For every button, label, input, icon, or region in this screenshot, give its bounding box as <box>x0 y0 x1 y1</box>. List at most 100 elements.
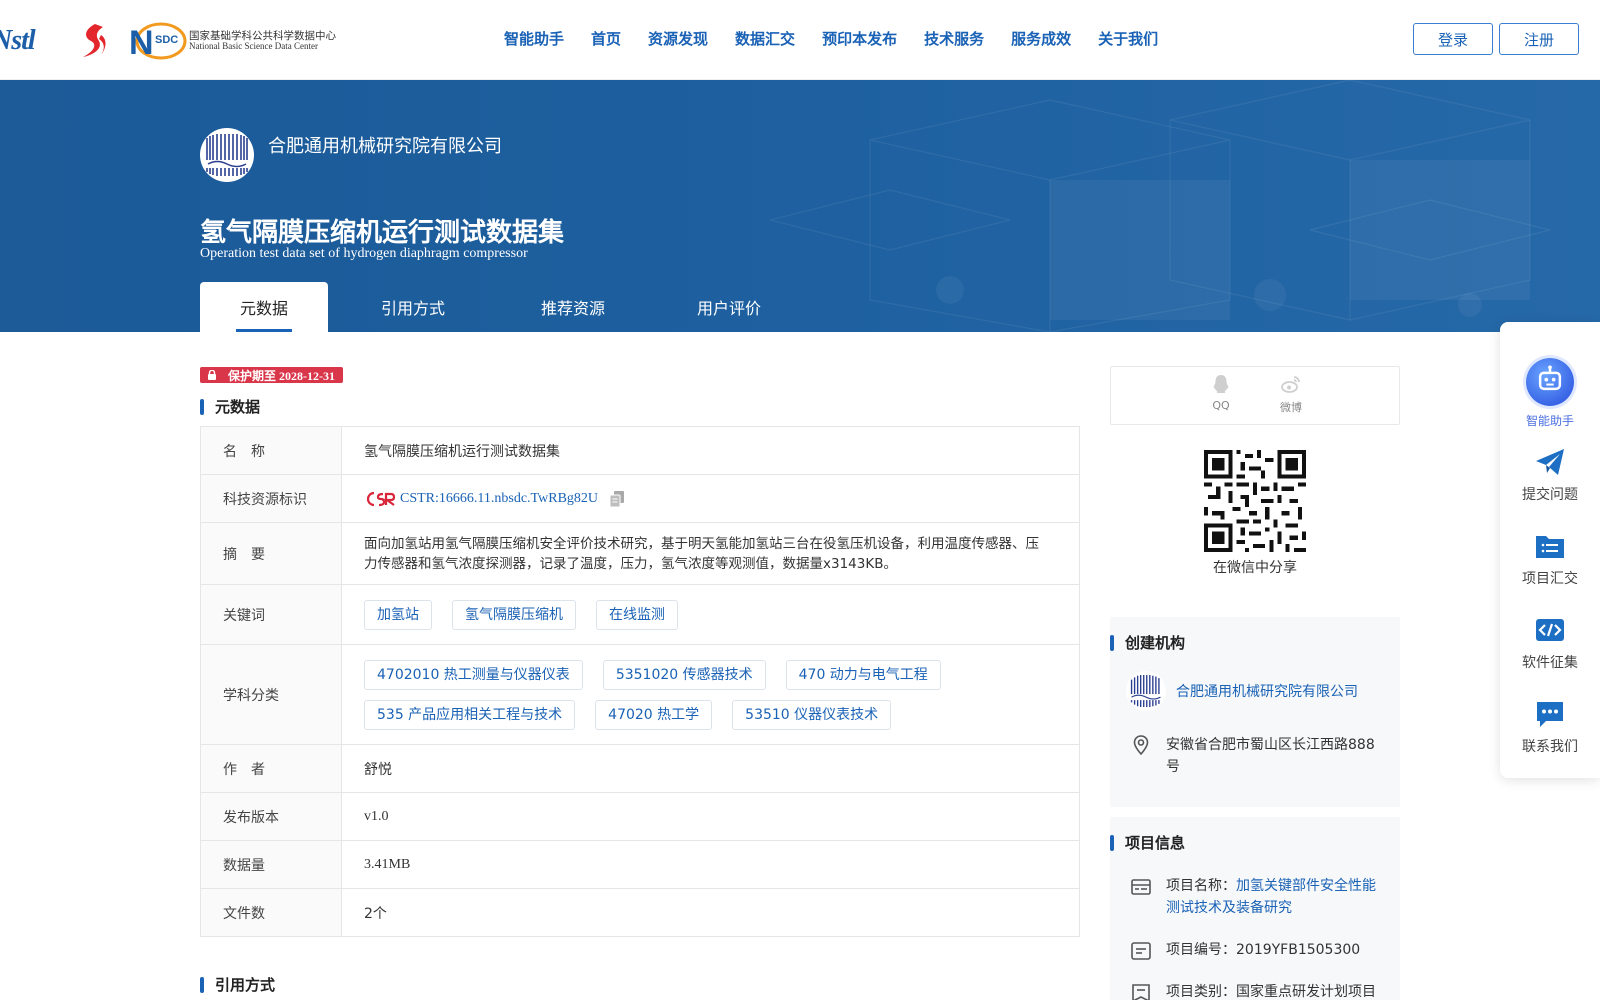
table-row: 学科分类 4702010 热工测量与仪器仪表 5351020 传感器技术 470… <box>200 644 1080 745</box>
keyword-tag[interactable]: 氢气隔膜压缩机 <box>452 599 576 630</box>
logo-group: Nstl N SDC 国家基础学科公共科学数据中心 National Basic… <box>0 18 336 64</box>
share-box: QQ 微博 <box>1110 366 1400 425</box>
row-value-size: 3.41MB <box>341 840 1080 889</box>
ai-robot-icon <box>1526 358 1574 406</box>
float-software-label: 软件征集 <box>1522 655 1578 671</box>
org-seal-icon <box>1130 675 1162 707</box>
nav-item-home[interactable]: 首页 <box>591 28 621 49</box>
table-row: 关键词 加氢站 氢气隔膜压缩机 在线监测 <box>200 584 1080 645</box>
dataset-title: 氢气隔膜压缩机运行测试数据集 <box>200 218 565 248</box>
register-button[interactable]: 注册 <box>1499 23 1579 55</box>
keyword-tag[interactable]: 加氢站 <box>364 599 432 630</box>
float-submit-question[interactable]: 提交问题 <box>1500 446 1600 504</box>
table-row: 摘 要 面向加氢站用氢气隔膜压缩机安全评价技术研究，基于明天氢能加氢站三台在役氢… <box>200 522 1080 585</box>
project-number-row: 项目编号：2019YFB1505300 <box>1130 939 1380 962</box>
row-value-abstract: 面向加氢站用氢气隔膜压缩机安全评价技术研究，基于明天氢能加氢站三台在役氢压机设备… <box>341 522 1080 585</box>
table-row: 数据量 3.41MB <box>200 840 1080 889</box>
dataset-tabs: 元数据 引用方式 推荐资源 用户评价 <box>200 282 810 332</box>
site-header: Nstl N SDC 国家基础学科公共科学数据中心 National Basic… <box>0 0 1600 80</box>
table-row: 名 称 氢气隔膜压缩机运行测试数据集 <box>200 426 1080 475</box>
org-logo[interactable] <box>200 128 254 182</box>
project-number: 项目编号：2019YFB1505300 <box>1166 942 1361 958</box>
subject-tag[interactable]: 535 产品应用相关工程与技术 <box>364 699 576 730</box>
location-icon <box>1133 735 1149 756</box>
nav-item-service-results[interactable]: 服务成效 <box>1011 28 1071 49</box>
row-label-files: 文件数 <box>200 888 342 937</box>
float-software-collection[interactable]: 软件征集 <box>1500 614 1600 672</box>
floating-toolbar: 智能助手 提交问题 项目汇交 软件征集 联系我们 <box>1500 322 1600 778</box>
metadata-section-title: 元数据 <box>200 396 260 416</box>
row-label-subjects: 学科分类 <box>200 644 342 745</box>
institution-logo-icon[interactable] <box>73 21 113 61</box>
org-name-link[interactable]: 合肥通用机械研究院有限公司 <box>1176 681 1358 701</box>
wechat-share-caption: 在微信中分享 <box>1213 560 1297 576</box>
nsdc-logo[interactable]: N SDC 国家基础学科公共科学数据中心 National Basic Scie… <box>127 21 336 61</box>
folder-list-icon <box>1536 536 1564 558</box>
lock-icon <box>208 370 216 380</box>
org-panel-title: 创建机构 <box>1110 632 1185 653</box>
subject-tag[interactable]: 4702010 热工测量与仪器仪表 <box>364 659 583 690</box>
nav-item-data-submission[interactable]: 数据汇交 <box>735 28 795 49</box>
org-address: 安徽省合肥市蜀山区长江西路888号 <box>1166 737 1375 775</box>
table-row: 作 者 舒悦 <box>200 744 1080 793</box>
share-weibo-button[interactable]: 微博 <box>1271 373 1311 415</box>
row-label-abstract: 摘 要 <box>200 522 342 585</box>
org-mini-logo[interactable] <box>1126 671 1166 711</box>
paper-plane-icon <box>1536 449 1564 475</box>
keyword-tag[interactable]: 在线监测 <box>596 599 678 630</box>
subject-tag[interactable]: 5351020 传感器技术 <box>602 659 766 690</box>
cstr-link[interactable]: CSTR:16666.11.nbsdc.TwRBg82U <box>400 491 598 507</box>
dataset-banner: 合肥通用机械研究院有限公司 氢气隔膜压缩机运行测试数据集 Operation t… <box>0 80 1600 332</box>
nav-item-tech-service[interactable]: 技术服务 <box>924 28 984 49</box>
nstl-logo[interactable]: Nstl <box>0 25 67 57</box>
float-project-label: 项目汇交 <box>1522 571 1578 587</box>
protection-badge: 保护期至 2028-12-31 <box>200 367 343 383</box>
nav-item-about[interactable]: 关于我们 <box>1098 28 1158 49</box>
project-category-icon <box>1132 984 1150 1000</box>
table-row: 科技资源标识 CSTR:16666.11.nbsdc.TwRBg82U <box>200 474 1080 523</box>
float-contact-us[interactable]: 联系我们 <box>1500 698 1600 756</box>
project-panel: 项目信息 项目名称：加氢关键部件安全性能测试技术及装备研究 项目编号：2019Y… <box>1110 817 1400 1000</box>
share-qq-button[interactable]: QQ <box>1201 373 1241 412</box>
chat-bubble-icon <box>1537 702 1563 727</box>
citation-section-title: 引用方式 <box>200 974 275 994</box>
share-qq-label: QQ <box>1212 399 1230 412</box>
row-label-cstr: 科技资源标识 <box>200 474 342 523</box>
float-ai-assistant[interactable]: 智能助手 <box>1500 358 1600 429</box>
cstr-logo-icon <box>366 491 396 506</box>
float-project-submission[interactable]: 项目汇交 <box>1500 530 1600 588</box>
org-seal-icon <box>206 134 248 176</box>
nsdc-mark-icon: N SDC <box>127 21 187 61</box>
banner-org-name[interactable]: 合肥通用机械研究院有限公司 <box>268 132 502 158</box>
row-label-version: 发布版本 <box>200 792 342 841</box>
table-row: 文件数 2个 <box>200 888 1080 937</box>
subject-tag[interactable]: 53510 仪器仪表技术 <box>732 699 892 730</box>
nav-item-resource-discovery[interactable]: 资源发现 <box>648 28 708 49</box>
project-name-label: 项目名称： <box>1166 878 1236 894</box>
main-nav: 智能助手 首页 资源发现 数据汇交 预印本发布 技术服务 服务成效 关于我们 <box>504 28 1158 49</box>
project-category-row: 项目类别：国家重点研发计划项目 <box>1130 981 1380 1000</box>
row-value-version: v1.0 <box>341 792 1080 841</box>
tab-citation[interactable]: 引用方式 <box>328 282 498 332</box>
nav-item-ai-assistant[interactable]: 智能助手 <box>504 28 564 49</box>
svg-text:N: N <box>129 24 154 61</box>
row-label-keywords: 关键词 <box>200 584 342 645</box>
login-button[interactable]: 登录 <box>1413 23 1493 55</box>
org-panel: 创建机构 合肥通用机械研究院有限公司 安徽省合肥市蜀山区长江西路888号 <box>1110 617 1400 807</box>
subject-tag[interactable]: 470 动力与电气工程 <box>785 659 941 690</box>
weibo-icon <box>1281 376 1300 393</box>
nav-item-preprint[interactable]: 预印本发布 <box>822 28 897 49</box>
qq-icon <box>1213 375 1229 393</box>
copy-icon[interactable] <box>610 490 625 507</box>
project-category: 项目类别：国家重点研发计划项目 <box>1166 984 1376 1000</box>
subject-tag[interactable]: 47020 热工学 <box>595 699 713 730</box>
tab-reviews[interactable]: 用户评价 <box>648 282 810 332</box>
row-value-author: 舒悦 <box>341 744 1080 793</box>
row-label-size: 数据量 <box>200 840 342 889</box>
float-contact-label: 联系我们 <box>1522 739 1578 755</box>
tab-recommended[interactable]: 推荐资源 <box>498 282 648 332</box>
project-name-row: 项目名称：加氢关键部件安全性能测试技术及装备研究 <box>1130 875 1380 919</box>
banner-decoration <box>769 80 1551 332</box>
code-icon <box>1536 619 1564 641</box>
tab-metadata[interactable]: 元数据 <box>200 282 328 332</box>
